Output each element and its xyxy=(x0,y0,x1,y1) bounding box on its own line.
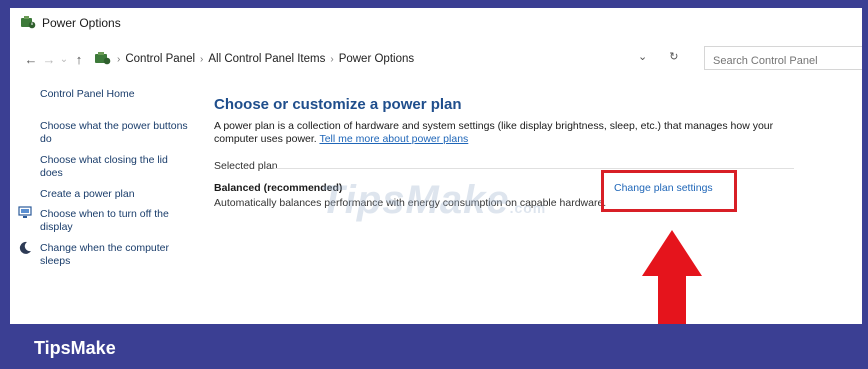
sidebar-item-create-plan[interactable]: Create a power plan xyxy=(40,188,190,201)
breadcrumb-separator: › xyxy=(117,53,121,65)
forward-button[interactable]: → xyxy=(40,52,58,67)
tipsmake-banner-text: TipsMake xyxy=(34,338,116,358)
breadcrumb-separator: › xyxy=(330,53,334,65)
recent-locations-button[interactable]: ⌄ xyxy=(58,54,70,65)
control-panel-window: Power Options ← → ⌄ ↑ › Control Panel › … xyxy=(10,8,862,324)
learn-more-link[interactable]: Tell me more about power plans xyxy=(319,133,468,145)
divider xyxy=(274,168,794,169)
breadcrumb-all-items[interactable]: All Control Panel Items xyxy=(208,53,325,65)
selected-plan-label: Selected plan xyxy=(214,160,278,172)
sidebar-item-power-buttons[interactable]: Choose what the power buttons do xyxy=(40,120,190,145)
breadcrumb-separator: › xyxy=(200,53,204,65)
red-up-arrow-icon xyxy=(640,230,704,324)
back-button[interactable]: ← xyxy=(22,52,40,67)
refresh-button[interactable]: ↻ xyxy=(669,50,678,63)
breadcrumb-power-options[interactable]: Power Options xyxy=(339,53,414,65)
description-body: A power plan is a collection of hardware… xyxy=(214,120,774,145)
monitor-icon xyxy=(18,206,32,222)
breadcrumb: › Control Panel › All Control Panel Item… xyxy=(94,51,414,68)
plan-name: Balanced (recommended) xyxy=(214,182,343,194)
power-options-icon xyxy=(20,15,36,32)
breadcrumb-control-panel[interactable]: Control Panel xyxy=(125,53,195,65)
moon-sleep-icon xyxy=(18,241,32,257)
sidebar-item-home[interactable]: Control Panel Home xyxy=(40,88,190,101)
sidebar-item-turn-off-display[interactable]: Choose when to turn off the display xyxy=(40,208,190,233)
plan-description: Automatically balances performance with … xyxy=(214,197,607,209)
change-plan-settings-link[interactable]: Change plan settings xyxy=(614,182,713,194)
sidebar-item-computer-sleeps[interactable]: Change when the computer sleeps xyxy=(40,242,190,267)
control-panel-icon xyxy=(94,51,112,68)
search-input[interactable] xyxy=(704,46,862,70)
address-controls: ⌄ ↻ xyxy=(638,50,678,63)
description-text: A power plan is a collection of hardware… xyxy=(214,120,774,146)
window-title: Power Options xyxy=(42,16,121,30)
up-button[interactable]: ↑ xyxy=(70,52,88,67)
sidebar-item-closing-lid[interactable]: Choose what closing the lid does xyxy=(40,154,190,179)
address-dropdown-button[interactable]: ⌄ xyxy=(638,50,647,63)
title-bar: Power Options xyxy=(10,8,862,38)
address-bar: ← → ⌄ ↑ › Control Panel › All Control Pa… xyxy=(10,46,862,72)
page-title: Choose or customize a power plan xyxy=(214,96,462,113)
